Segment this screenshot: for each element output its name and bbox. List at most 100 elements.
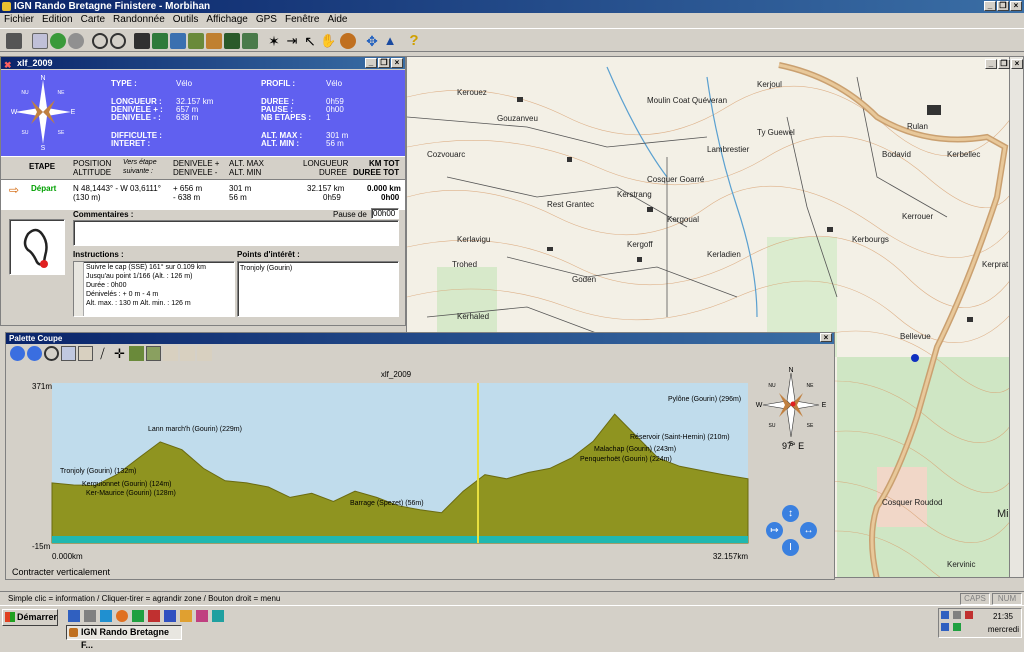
prev-icon[interactable] xyxy=(10,346,25,361)
copy-icon[interactable] xyxy=(32,33,48,49)
start-button[interactable]: Démarrer xyxy=(2,609,58,626)
next-icon[interactable] xyxy=(27,346,42,361)
photo-icon[interactable] xyxy=(206,33,222,49)
app-title: IGN Rando Bretagne Finistere - Morbihan xyxy=(14,1,211,12)
menu-outils[interactable]: Outils xyxy=(173,13,199,27)
zoom-area-icon[interactable] xyxy=(61,346,76,361)
folder-icon[interactable] xyxy=(180,610,192,622)
route-minimize-button[interactable]: _ xyxy=(365,58,377,68)
step-row[interactable]: ⇨ Départ N 48,1443° - W 03,6111° (130 m)… xyxy=(1,180,405,210)
firefox-icon[interactable] xyxy=(116,610,128,622)
minimize-button[interactable]: _ xyxy=(984,1,996,11)
chart-title: xlf_2009 xyxy=(381,370,412,379)
poi-item[interactable]: Tronjoly (Gourin) xyxy=(240,264,396,273)
grid-icon[interactable] xyxy=(146,346,161,361)
fill-icon[interactable] xyxy=(129,346,144,361)
commentaires-textarea[interactable] xyxy=(73,220,399,246)
globe-icon[interactable] xyxy=(170,33,186,49)
route-close-button[interactable]: × xyxy=(391,58,403,68)
menu-randonnee[interactable]: Randonnée xyxy=(113,13,165,27)
route-restore-button[interactable]: ❐ xyxy=(378,58,390,68)
svg-text:NE: NE xyxy=(58,90,66,96)
pointer-icon[interactable]: ↖ xyxy=(302,33,318,49)
expand-up-icon[interactable]: ↕ xyxy=(782,505,799,522)
hiker-icon[interactable] xyxy=(340,33,356,49)
header-etape: ETAPE xyxy=(29,162,56,171)
menu-affichage[interactable]: Affichage xyxy=(206,13,248,27)
instructions-list[interactable]: Suivre le cap (SSE) 161° sur 0.109 km Ju… xyxy=(73,261,235,317)
instructions-scrollbar[interactable] xyxy=(74,262,84,316)
connection-icon[interactable] xyxy=(941,623,949,631)
taskbar-item-ign-rando[interactable]: IGN Rando Bretagne F... xyxy=(66,625,182,650)
zoom-in-icon[interactable] xyxy=(110,33,126,49)
restore-button[interactable]: ❐ xyxy=(997,1,1009,11)
profile-close-button[interactable]: × xyxy=(820,333,832,342)
chart-icon[interactable] xyxy=(242,33,258,49)
crosshair-icon[interactable]: ✛ xyxy=(112,346,127,361)
svg-text:Kerouez: Kerouez xyxy=(457,88,487,97)
map-minimize-button[interactable]: _ xyxy=(985,59,997,69)
menu-gps[interactable]: GPS xyxy=(256,13,277,27)
menu-aide[interactable]: Aide xyxy=(327,13,347,27)
svg-text:SU: SU xyxy=(769,423,776,429)
layer-icon[interactable] xyxy=(134,33,150,49)
select-star-icon[interactable]: ✶ xyxy=(266,33,282,49)
menu-fenetre[interactable]: Fenêtre xyxy=(285,13,319,27)
step-duree: 0h59 xyxy=(323,193,341,202)
menu-carte[interactable]: Carte xyxy=(81,13,105,27)
move-icon[interactable]: ⇥ xyxy=(284,33,300,49)
menu-edition[interactable]: Edition xyxy=(42,13,73,27)
ie-icon[interactable] xyxy=(68,610,80,622)
peak-icon[interactable] xyxy=(180,346,195,361)
network-icon[interactable] xyxy=(941,611,949,619)
access-icon[interactable] xyxy=(148,610,160,622)
app-icon[interactable] xyxy=(212,610,224,622)
header-vers-etape: Vers étape xyxy=(123,159,157,166)
contract-vertical-label[interactable]: Contracter verticalement xyxy=(12,567,110,577)
update-icon[interactable] xyxy=(953,623,961,631)
windows-logo-icon xyxy=(5,612,15,622)
map-close-button[interactable]: × xyxy=(1011,59,1023,69)
interet-label: INTERET : xyxy=(111,139,151,148)
forward-icon[interactable] xyxy=(68,33,84,49)
excel-icon[interactable] xyxy=(132,610,144,622)
hand-icon[interactable]: ✋ xyxy=(320,33,336,49)
word-icon[interactable] xyxy=(164,610,176,622)
elevation-profile-chart[interactable]: xlf_2009 371m -15m 0.000km 32.157km Tron… xyxy=(6,365,834,565)
menu-fichier[interactable]: Fichier xyxy=(4,13,34,27)
media-icon[interactable] xyxy=(196,610,208,622)
mountain-icon[interactable] xyxy=(197,346,212,361)
contract-vertical-icon[interactable]: I xyxy=(782,539,799,556)
profile-line-icon[interactable] xyxy=(78,346,93,361)
print-icon[interactable] xyxy=(6,33,22,49)
step-name: Départ xyxy=(31,184,57,193)
svg-text:NU: NU xyxy=(21,90,29,96)
contract-left-icon[interactable]: ↦ xyxy=(766,522,783,539)
expand-horizontal-icon[interactable]: ↔ xyxy=(800,522,817,539)
messenger-icon[interactable] xyxy=(100,610,112,622)
help-icon[interactable]: ? xyxy=(406,33,422,49)
poi-list[interactable]: Tronjoly (Gourin) xyxy=(237,261,399,317)
terrain-icon[interactable] xyxy=(188,33,204,49)
search-icon[interactable] xyxy=(84,610,96,622)
map-icon[interactable] xyxy=(152,33,168,49)
status-bar: Simple clic = information / Cliquer-tire… xyxy=(0,591,1024,605)
warning-icon[interactable]: ▲ xyxy=(382,33,398,49)
svg-text:Kervinic: Kervinic xyxy=(947,560,975,569)
clock-time[interactable]: 21:35 xyxy=(993,612,1013,621)
back-icon[interactable] xyxy=(50,33,66,49)
pause-input[interactable]: 00h00 xyxy=(371,208,399,219)
profile-icon[interactable] xyxy=(224,33,240,49)
security-icon[interactable] xyxy=(965,611,973,619)
zoom-icon[interactable] xyxy=(44,346,59,361)
close-button[interactable]: × xyxy=(1010,1,1022,11)
volume-icon[interactable] xyxy=(953,611,961,619)
map-restore-button[interactable]: ❐ xyxy=(998,59,1010,69)
slope-icon[interactable]: ⧸ xyxy=(95,346,110,361)
map-vertical-scrollbar[interactable] xyxy=(1009,57,1023,577)
label-icon[interactable] xyxy=(163,346,178,361)
gps-move-icon[interactable]: ✥ xyxy=(364,33,380,49)
instruction-line: Jusqu'au point 1/166 (Alt. : 126 m) xyxy=(86,273,193,280)
taskbar-item-label: IGN Rando Bretagne F... xyxy=(81,627,170,650)
zoom-out-icon[interactable] xyxy=(92,33,108,49)
